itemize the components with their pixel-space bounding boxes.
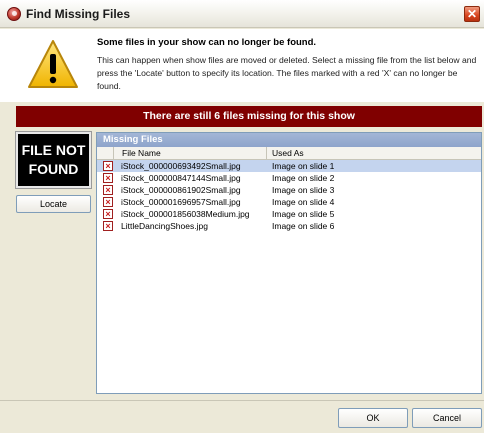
file-name-cell: iStock_000000693492Small.jpg: [121, 161, 241, 171]
used-as-cell: Image on slide 1: [272, 161, 335, 171]
missing-x-icon: ×: [103, 197, 113, 207]
table-row[interactable]: × iStock_000001696957Small.jpg Image on …: [97, 196, 481, 208]
panel-title: Missing Files: [97, 133, 481, 147]
used-as-cell: Image on slide 6: [272, 221, 335, 231]
footer-divider: [0, 400, 484, 401]
window-title: Find Missing Files: [26, 7, 131, 21]
cancel-button[interactable]: Cancel: [412, 408, 482, 428]
close-button[interactable]: ✕: [464, 6, 480, 22]
column-header-row: File Name Used As: [97, 147, 481, 160]
preview-text-line2: FOUND: [28, 161, 79, 177]
find-missing-files-dialog: Find Missing Files ✕ Some files in your …: [0, 0, 484, 433]
file-name-cell: LittleDancingShoes.jpg: [121, 221, 208, 231]
file-name-cell: iStock_000000861902Small.jpg: [121, 185, 241, 195]
used-as-cell: Image on slide 2: [272, 173, 335, 183]
file-preview: FILE NOT FOUND: [15, 131, 92, 189]
missing-x-icon: ×: [103, 185, 113, 195]
file-name-cell: iStock_000001856038Medium.jpg: [121, 209, 250, 219]
table-row[interactable]: × iStock_000000693492Small.jpg Image on …: [97, 160, 481, 172]
locate-button[interactable]: Locate: [16, 195, 91, 213]
warning-heading: Some files in your show can no longer be…: [97, 37, 317, 48]
missing-count-banner: There are still 6 files missing for this…: [16, 106, 482, 127]
column-header-file-name[interactable]: File Name: [113, 147, 267, 160]
column-header-used-as[interactable]: Used As: [267, 147, 477, 160]
missing-x-icon: ×: [103, 161, 113, 171]
used-as-cell: Image on slide 5: [272, 209, 335, 219]
missing-x-icon: ×: [103, 209, 113, 219]
preview-text-line1: FILE NOT: [21, 142, 86, 158]
info-header: Some files in your show can no longer be…: [0, 29, 484, 102]
table-row[interactable]: × LittleDancingShoes.jpg Image on slide …: [97, 220, 481, 232]
used-as-cell: Image on slide 4: [272, 197, 335, 207]
app-icon: [7, 7, 21, 21]
warning-icon: [28, 40, 78, 88]
warning-description: This can happen when show files are move…: [97, 55, 477, 91]
title-bar[interactable]: Find Missing Files ✕: [0, 0, 484, 28]
file-name-cell: iStock_000000847144Small.jpg: [121, 173, 241, 183]
missing-x-icon: ×: [103, 221, 113, 231]
ok-button[interactable]: OK: [338, 408, 408, 428]
table-row[interactable]: × iStock_000000861902Small.jpg Image on …: [97, 184, 481, 196]
table-row[interactable]: × iStock_000000847144Small.jpg Image on …: [97, 172, 481, 184]
table-row[interactable]: × iStock_000001856038Medium.jpg Image on…: [97, 208, 481, 220]
file-name-cell: iStock_000001696957Small.jpg: [121, 197, 241, 207]
missing-x-icon: ×: [103, 173, 113, 183]
used-as-cell: Image on slide 3: [272, 185, 335, 195]
missing-files-panel: Missing Files File Name Used As × iStock…: [96, 132, 482, 394]
